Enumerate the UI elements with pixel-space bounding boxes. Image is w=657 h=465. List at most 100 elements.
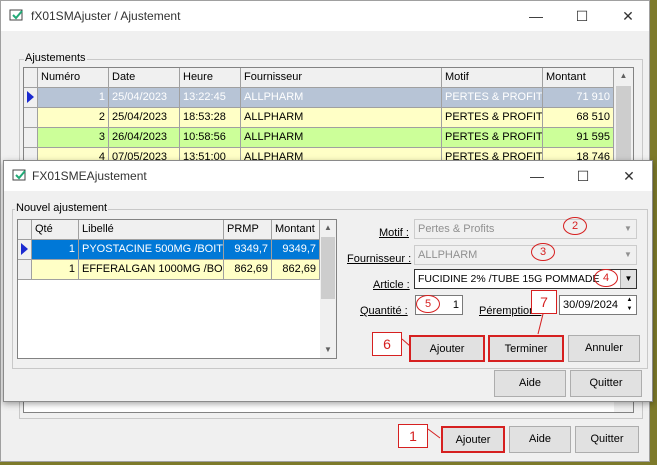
- motif-label: Motif :: [379, 227, 409, 239]
- dialog-terminer-button[interactable]: Terminer: [488, 335, 564, 362]
- header-numero[interactable]: Numéro: [38, 68, 109, 88]
- ajustements-group-label: Ajustements: [24, 52, 87, 64]
- motif-combobox[interactable]: Pertes & Profits ▼: [414, 219, 637, 239]
- main-aide-button[interactable]: Aide: [509, 426, 571, 453]
- annotation-circle-4: 4: [594, 269, 618, 287]
- dialog-minimize-icon[interactable]: —: [514, 161, 560, 191]
- cell-fournisseur: ALLPHARM: [241, 108, 442, 128]
- dialog-app-icon: [12, 168, 28, 184]
- cell-montant: 68 510: [543, 108, 614, 128]
- cell-qte: 1: [32, 240, 79, 260]
- cell-fournisseur: ALLPHARM: [241, 88, 442, 108]
- motif-value: Pertes & Profits: [418, 223, 495, 235]
- cell-motif: PERTES & PROFITS: [442, 128, 543, 148]
- table-row[interactable]: 1 EFFERALGAN 1000MG /BOITE 8 862,69 862,…: [18, 260, 320, 280]
- cell-heure: 18:53:28: [180, 108, 241, 128]
- cell-motif: PERTES & PROFITS: [442, 88, 543, 108]
- spin-icon[interactable]: ▲ ▼: [623, 296, 636, 314]
- cell-prmp: 862,69: [224, 260, 272, 280]
- header-prmp[interactable]: PRMP: [224, 220, 272, 240]
- table-row[interactable]: 3 26/04/2023 10:58:56 ALLPHARM PERTES & …: [24, 128, 614, 148]
- cell-fournisseur: ALLPHARM: [241, 128, 442, 148]
- dialog-table-scrollbar[interactable]: ▲ ▼: [320, 220, 336, 358]
- annotation-circle-2: 2: [563, 217, 587, 235]
- header-libelle[interactable]: Libellé: [79, 220, 224, 240]
- header-montant[interactable]: Montant: [543, 68, 614, 88]
- dialog-aide-button[interactable]: Aide: [494, 370, 566, 397]
- table-row[interactable]: 2 25/04/2023 18:53:28 ALLPHARM PERTES & …: [24, 108, 614, 128]
- cell-libelle: EFFERALGAN 1000MG /BOITE 8: [79, 260, 224, 280]
- row-indicator: [24, 108, 38, 128]
- cell-numero: 2: [38, 108, 109, 128]
- dialog-maximize-icon[interactable]: ☐: [560, 161, 606, 191]
- table-row[interactable]: 1 PYOSTACINE 500MG /BOITE 16 9349,7 9349…: [18, 240, 320, 260]
- nouvel-ajustement-label: Nouvel ajustement: [15, 202, 109, 214]
- annotation-callout-1: 1: [398, 424, 428, 448]
- header-montant[interactable]: Montant: [272, 220, 320, 240]
- main-titlebar: fX01SMAjuster / Ajustement — ☐ ✕: [1, 1, 649, 31]
- ajustement-dialog: FX01SMEAjustement — ☐ ✕ Nouvel ajustemen…: [3, 160, 653, 402]
- quantite-label: Quantité :: [360, 305, 408, 317]
- close-icon[interactable]: ✕: [605, 1, 651, 31]
- chevron-down-icon[interactable]: ▼: [620, 270, 636, 288]
- dialog-title: FX01SMEAjustement: [32, 169, 147, 183]
- annotation-callout-6: 6: [372, 332, 402, 356]
- cell-numero: 3: [38, 128, 109, 148]
- scroll-down-icon[interactable]: ▼: [320, 342, 336, 358]
- scroll-up-icon[interactable]: ▲: [320, 220, 336, 236]
- header-corner: [24, 68, 38, 88]
- cell-numero: 1: [38, 88, 109, 108]
- row-indicator: [18, 240, 32, 260]
- ajustement-lines-table: Qté Libellé PRMP Montant 1 PYOSTACINE 50…: [17, 219, 337, 359]
- header-heure[interactable]: Heure: [180, 68, 241, 88]
- row-indicator: [24, 128, 38, 148]
- annotation-arrow-1: [428, 428, 441, 439]
- dialog-annuler-button[interactable]: Annuler: [568, 335, 640, 362]
- header-motif[interactable]: Motif: [442, 68, 543, 88]
- scroll-thumb[interactable]: [321, 237, 335, 299]
- chevron-down-icon[interactable]: ▼: [620, 220, 636, 238]
- article-label: Article :: [373, 279, 410, 291]
- dialog-titlebar: FX01SMEAjustement — ☐ ✕: [4, 161, 652, 191]
- header-fournisseur[interactable]: Fournisseur: [241, 68, 442, 88]
- cell-date: 25/04/2023: [109, 108, 180, 128]
- row-indicator: [18, 260, 32, 280]
- cell-date: 25/04/2023: [109, 88, 180, 108]
- annotation-circle-3: 3: [531, 243, 555, 261]
- cell-motif: PERTES & PROFITS: [442, 108, 543, 128]
- peremption-value: 30/09/2024: [563, 299, 619, 311]
- main-title: fX01SMAjuster / Ajustement: [31, 9, 181, 23]
- cell-qte: 1: [32, 260, 79, 280]
- cell-date: 26/04/2023: [109, 128, 180, 148]
- annotation-callout-7: 7: [531, 290, 557, 314]
- scroll-up-icon[interactable]: ▲: [614, 68, 633, 84]
- fournisseur-combobox[interactable]: ALLPHARM ▼: [414, 245, 637, 265]
- cell-montant: 862,69: [272, 260, 320, 280]
- cell-montant: 9349,7: [272, 240, 320, 260]
- dialog-ajouter-button[interactable]: Ajouter: [409, 335, 485, 362]
- main-quitter-button[interactable]: Quitter: [575, 426, 639, 453]
- peremption-datepicker[interactable]: 30/09/2024 ▲ ▼: [559, 295, 637, 315]
- app-icon: [9, 8, 25, 24]
- dialog-close-icon[interactable]: ✕: [606, 161, 652, 191]
- minimize-icon[interactable]: —: [513, 1, 559, 31]
- table-row[interactable]: 1 25/04/2023 13:22:45 ALLPHARM PERTES & …: [24, 88, 614, 108]
- row-indicator: [24, 88, 38, 108]
- header-date[interactable]: Date: [109, 68, 180, 88]
- dialog-quitter-button[interactable]: Quitter: [570, 370, 642, 397]
- article-value: FUCIDINE 2% /TUBE 15G POMMADE: [418, 273, 600, 285]
- annotation-circle-5: 5: [416, 295, 440, 313]
- maximize-icon[interactable]: ☐: [559, 1, 605, 31]
- cell-prmp: 9349,7: [224, 240, 272, 260]
- header-corner: [18, 220, 32, 240]
- cell-libelle: PYOSTACINE 500MG /BOITE 16: [79, 240, 224, 260]
- cell-heure: 10:58:56: [180, 128, 241, 148]
- cell-montant: 91 595: [543, 128, 614, 148]
- main-ajouter-button[interactable]: Ajouter: [441, 426, 505, 453]
- cell-montant: 71 910: [543, 88, 614, 108]
- fournisseur-value: ALLPHARM: [418, 249, 478, 261]
- annotation-arrow-7: [537, 314, 544, 335]
- chevron-down-icon[interactable]: ▼: [620, 246, 636, 264]
- header-qte[interactable]: Qté: [32, 220, 79, 240]
- annotation-arrow-6: [402, 338, 411, 347]
